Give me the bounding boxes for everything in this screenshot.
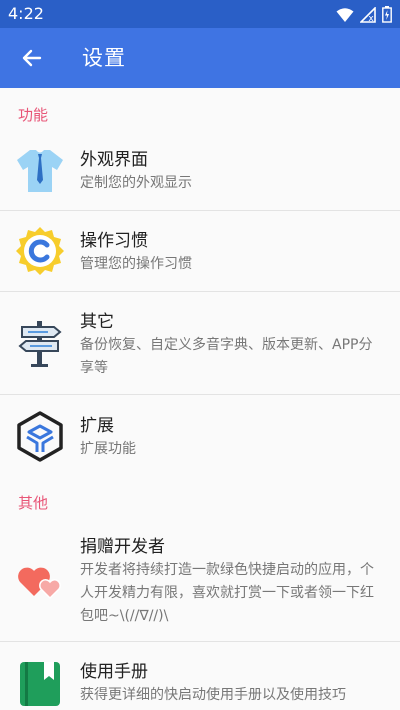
item-title: 捐赠开发者 bbox=[80, 536, 165, 557]
status-bar: 4:22 x bbox=[0, 0, 400, 28]
hearts-icon bbox=[18, 567, 61, 599]
settings-item-extension[interactable]: 扩展 扩展功能 bbox=[0, 394, 400, 476]
item-subtitle: 管理您的操作习惯 bbox=[80, 256, 192, 272]
item-title: 其它 bbox=[80, 311, 114, 332]
cube-icon bbox=[17, 410, 63, 462]
settings-item-appearance[interactable]: 外观界面 定制您的外观显示 bbox=[0, 130, 400, 210]
item-subtitle: 开发者将持续打造一款绿色快捷启动的应用，个人开发精力有限，喜欢就打赏一下或者领一… bbox=[80, 561, 374, 624]
item-title: 扩展 bbox=[80, 415, 114, 436]
battery-icon bbox=[382, 6, 392, 23]
settings-item-habits[interactable]: 操作习惯 管理您的操作习惯 bbox=[0, 210, 400, 291]
item-subtitle: 获得更详细的快启动使用手册以及使用技巧 bbox=[80, 686, 346, 703]
status-time: 4:22 bbox=[8, 4, 44, 23]
page-title: 设置 bbox=[82, 46, 126, 70]
tshirt-icon bbox=[17, 150, 63, 192]
signal-icon: x bbox=[360, 6, 376, 23]
settings-list[interactable]: 功能 外观界面 定制您的外观显示 操作习惯 管理您的操作习惯 其它 备份恢复、自… bbox=[0, 88, 400, 710]
settings-item-manual[interactable]: 使用手册 获得更详细的快启动使用手册以及使用技巧 bbox=[0, 641, 400, 710]
item-title: 外观界面 bbox=[80, 150, 148, 170]
arrow-back-icon[interactable] bbox=[18, 44, 46, 72]
wifi-icon bbox=[336, 7, 354, 22]
item-title: 操作习惯 bbox=[80, 231, 148, 251]
settings-item-other[interactable]: 其它 备份恢复、自定义多音字典、版本更新、APP分享等 bbox=[0, 291, 400, 394]
item-title: 使用手册 bbox=[80, 661, 148, 682]
item-subtitle: 定制您的外观显示 bbox=[80, 175, 192, 191]
item-subtitle: 备份恢复、自定义多音字典、版本更新、APP分享等 bbox=[80, 336, 373, 376]
gear-badge-icon bbox=[16, 227, 64, 275]
status-icons: x bbox=[336, 6, 392, 23]
section-header-other: 其他 bbox=[18, 494, 49, 512]
app-bar: 设置 bbox=[0, 28, 400, 88]
signpost-icon bbox=[18, 321, 62, 367]
book-icon bbox=[20, 661, 60, 706]
svg-text:x: x bbox=[368, 14, 374, 23]
section-header-features: 功能 bbox=[18, 106, 49, 124]
item-subtitle: 扩展功能 bbox=[80, 440, 136, 457]
settings-item-donate[interactable]: 捐赠开发者 开发者将持续打造一款绿色快捷启动的应用，个人开发精力有限，喜欢就打赏… bbox=[0, 518, 400, 641]
